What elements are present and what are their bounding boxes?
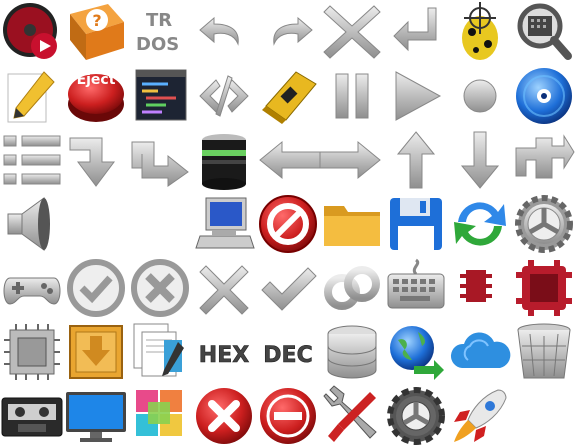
save-floppy-icon[interactable] [384, 192, 448, 256]
edit-pencil-icon[interactable] [0, 64, 64, 128]
database-icon[interactable] [320, 320, 384, 384]
trash-bin-icon[interactable] [512, 320, 576, 384]
check-circle-icon[interactable] [64, 256, 128, 320]
arrow-left-icon[interactable] [256, 128, 320, 192]
close-cross-icon[interactable] [320, 0, 384, 64]
list-bullets-icon[interactable] [0, 128, 64, 192]
keyboard-icon[interactable] [384, 256, 448, 320]
dos-label: DOS [136, 34, 179, 55]
red-cancel-icon[interactable] [192, 384, 256, 448]
speaker-icon[interactable] [0, 192, 64, 256]
download-crate-icon[interactable] [64, 320, 128, 384]
step-down-arrow-icon[interactable] [64, 128, 128, 192]
red-chip-icon[interactable] [448, 256, 512, 320]
processor-icon[interactable] [512, 256, 576, 320]
cpu-chip-icon[interactable] [0, 320, 64, 384]
settings-gear-icon[interactable] [512, 192, 576, 256]
cloud-icon[interactable] [448, 320, 512, 384]
rocket-icon[interactable] [448, 384, 512, 448]
monitor-icon[interactable] [64, 384, 128, 448]
cancel-x-icon[interactable] [192, 256, 256, 320]
cassette-tape-icon[interactable] [0, 384, 64, 448]
bug-crosshair-icon[interactable] [448, 0, 512, 64]
blue-disc-icon[interactable] [512, 64, 576, 128]
dec-label-icon[interactable]: DEC [256, 320, 320, 384]
hex-label-icon[interactable]: HEX [192, 320, 256, 384]
code-tags-icon[interactable] [192, 64, 256, 128]
code-window-icon[interactable] [128, 64, 192, 128]
trdos-logo-icon: TR DOS [128, 0, 192, 64]
refresh-icon[interactable] [448, 192, 512, 256]
dec-label: DEC [263, 343, 312, 368]
step-out-arrow-icon[interactable] [512, 128, 576, 192]
icon-sheet: ? TR DOS Eject HEX DEC [0, 0, 576, 448]
enter-return-icon[interactable] [384, 0, 448, 64]
help-book-icon[interactable]: ? [64, 0, 128, 64]
undo-arrow-icon[interactable] [192, 0, 256, 64]
cancel-circle-icon[interactable] [128, 256, 192, 320]
arrow-up-icon[interactable] [384, 128, 448, 192]
arrow-right-icon[interactable] [320, 128, 384, 192]
svg-text:?: ? [92, 11, 101, 30]
memory-magnifier-icon[interactable] [512, 0, 576, 64]
gamepad-icon[interactable] [0, 256, 64, 320]
redo-arrow-icon[interactable] [256, 0, 320, 64]
network-globe-icon[interactable] [384, 320, 448, 384]
documents-pencil-icon[interactable] [128, 320, 192, 384]
no-entry-icon[interactable] [256, 192, 320, 256]
record-dot-icon[interactable] [448, 64, 512, 128]
folder-icon[interactable] [320, 192, 384, 256]
tr-label: TR [146, 10, 172, 31]
colored-blocks-icon[interactable] [128, 384, 192, 448]
loop-icon[interactable] [320, 256, 384, 320]
computer-icon[interactable] [192, 192, 256, 256]
gold-cartridge-icon[interactable] [256, 64, 320, 128]
step-over-arrow-icon[interactable] [128, 128, 192, 192]
system-gear-icon[interactable] [384, 384, 448, 448]
eject-button-icon[interactable]: Eject [64, 64, 128, 128]
tools-icon[interactable] [320, 384, 384, 448]
checkmark-icon[interactable] [256, 256, 320, 320]
play-icon[interactable] [384, 64, 448, 128]
red-minus-icon[interactable] [256, 384, 320, 448]
battery-icon[interactable] [192, 128, 256, 192]
pause-icon[interactable] [320, 64, 384, 128]
media-record-play-icon[interactable] [0, 0, 64, 64]
arrow-down-icon[interactable] [448, 128, 512, 192]
hex-label: HEX [199, 343, 249, 368]
eject-label: Eject [77, 72, 116, 88]
